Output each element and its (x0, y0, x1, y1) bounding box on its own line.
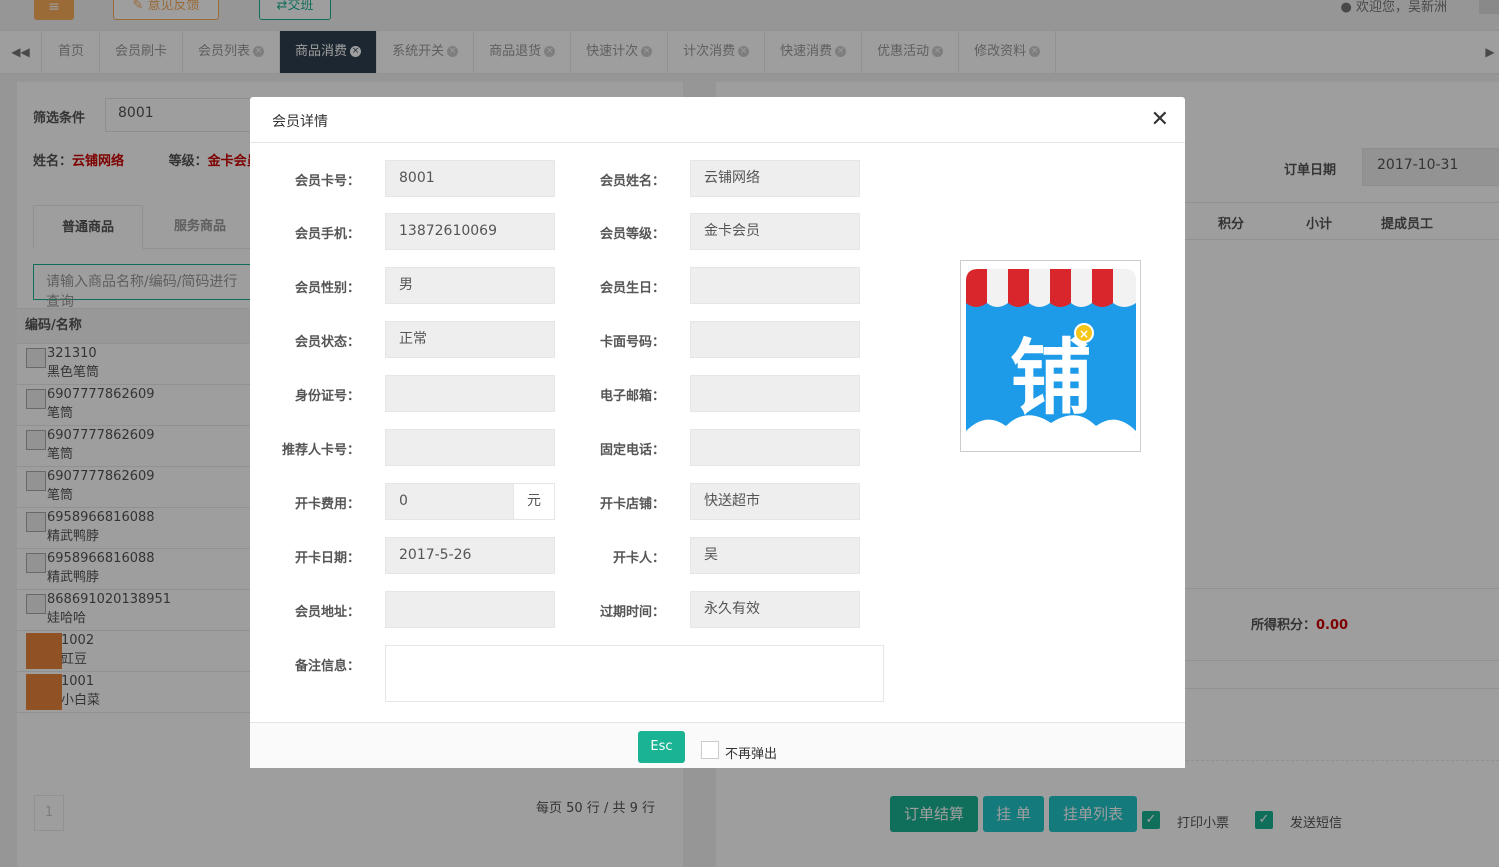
gender-label: 会员性别： (294, 281, 360, 296)
level-label: 会员等级： (599, 227, 665, 242)
no-popup-label: 不再弹出 (725, 747, 778, 762)
phone-label: 会员手机： (294, 227, 360, 242)
email-label: 电子邮箱： (599, 389, 665, 404)
birthday-label: 会员生日： (599, 281, 665, 296)
shop-label: 开卡店铺： (599, 497, 665, 512)
modal-footer: Esc 不再弹出 (250, 722, 1185, 768)
fee-label: 开卡费用： (294, 497, 360, 512)
remark-label: 备注信息： (294, 659, 360, 674)
referrer-field (385, 429, 555, 466)
opener-field: 吴 (690, 537, 860, 574)
logo-text: 铺 (1010, 331, 1092, 426)
opener-label: 开卡人： (612, 551, 665, 566)
level-field: 金卡会员 (690, 213, 860, 250)
referrer-label: 推荐人卡号： (281, 443, 360, 458)
shop-logo-icon: 铺 × (966, 269, 1136, 447)
member-name-label: 会员姓名： (599, 174, 665, 189)
member-name-field: 云铺网络 (690, 160, 860, 197)
gender-field: 男 (385, 267, 555, 304)
id-number-field (385, 375, 555, 412)
close-icon[interactable]: ✕ (1151, 109, 1169, 131)
face-no-field (690, 321, 860, 358)
member-detail-modal: 会员详情 ✕ 会员卡号： 8001 会员姓名： 云铺网络 会员手机： 13872… (250, 97, 1185, 768)
modal-header: 会员详情 ✕ (250, 97, 1185, 143)
birthday-field (690, 267, 860, 304)
no-popup-checkbox[interactable] (701, 741, 719, 759)
card-no-label: 会员卡号： (294, 174, 360, 189)
address-field (385, 591, 555, 628)
member-avatar: 铺 × (960, 260, 1141, 452)
status-field: 正常 (385, 321, 555, 358)
open-date-field: 2017-5-26 (385, 537, 555, 574)
shop-field: 快送超市 (690, 483, 860, 520)
card-no-field: 8001 (385, 160, 555, 197)
telephone-field (690, 429, 860, 466)
expire-label: 过期时间： (599, 605, 665, 620)
esc-button[interactable]: Esc (638, 731, 685, 763)
fee-field: 0 (385, 483, 514, 520)
address-label: 会员地址： (294, 605, 360, 620)
open-date-label: 开卡日期： (294, 551, 360, 566)
email-field (690, 375, 860, 412)
telephone-label: 固定电话： (599, 443, 665, 458)
modal-title: 会员详情 (272, 114, 328, 130)
id-number-label: 身份证号： (294, 389, 360, 404)
phone-field: 13872610069 (385, 213, 555, 250)
face-no-label: 卡面号码： (599, 335, 665, 350)
expire-field: 永久有效 (690, 591, 860, 628)
remark-field (385, 645, 884, 702)
status-label: 会员状态： (294, 335, 360, 350)
fee-unit: 元 (513, 483, 555, 520)
svg-text:×: × (1079, 327, 1089, 341)
